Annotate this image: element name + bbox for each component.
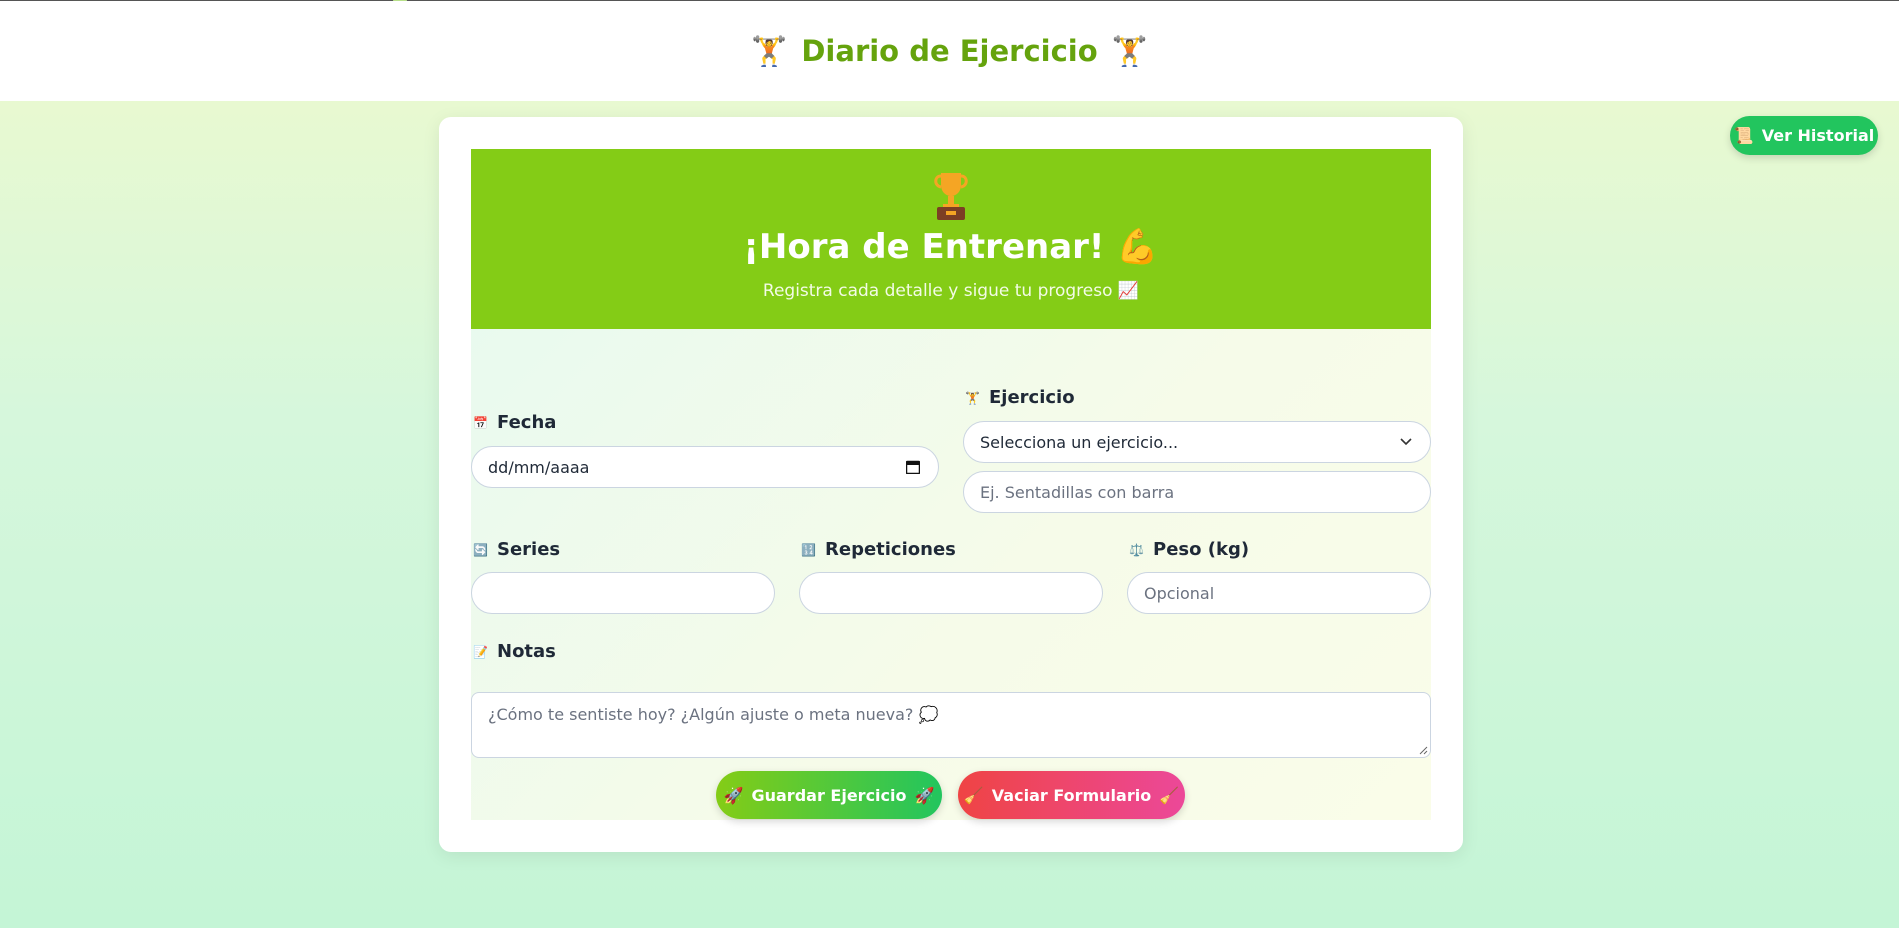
weight-label-text: Peso (kg) <box>1153 539 1250 560</box>
custom-exercise-input[interactable]: Ej. Sentadillas con barra <box>963 471 1431 513</box>
hero-subtitle: Registra cada detalle y sigue tu progres… <box>762 281 1140 301</box>
weightlifter-icon: 🏋️ <box>751 33 788 68</box>
notes-textarea[interactable]: ¿Cómo te sentiste hoy? ¿Algún ajuste o m… <box>471 692 1431 758</box>
hero-banner: ¡Hora de Entrenar! 💪 Registra cada detal… <box>471 149 1431 329</box>
series-label-text: Series <box>497 539 561 560</box>
date-input-value: dd/mm/aaaa <box>488 457 590 477</box>
repeat-icon: 🔄 <box>473 542 488 557</box>
page-title: 🏋️ Diario de Ejercicio 🏋️ <box>751 34 1148 69</box>
calendar-picker-icon[interactable] <box>906 460 920 474</box>
scroll-icon: 📜 <box>1733 126 1754 145</box>
broom-icon: 🧹 <box>963 785 984 805</box>
scale-icon: ⚖️ <box>1129 542 1144 557</box>
workout-form: ¡Hora de Entrenar! 💪 Registra cada detal… <box>471 149 1431 820</box>
page-title-text: Diario de Ejercicio <box>801 34 1098 68</box>
weight-input-placeholder: Opcional <box>1144 583 1215 603</box>
rocket-icon: 🚀 <box>914 785 935 805</box>
memo-icon: 📝 <box>473 644 488 659</box>
date-label: 📅 Fecha <box>471 412 556 433</box>
date-label-text: Fecha <box>497 412 557 433</box>
view-history-label: Ver Historial <box>1761 126 1875 145</box>
workout-card: ¡Hora de Entrenar! 💪 Registra cada detal… <box>439 117 1463 852</box>
numbers-icon: 🔢 <box>801 542 816 557</box>
notes-label: 📝 Notas <box>471 641 556 662</box>
reps-input[interactable] <box>799 572 1103 614</box>
trophy-icon <box>934 173 968 220</box>
hero-title: ¡Hora de Entrenar! 💪 <box>743 227 1159 267</box>
clear-form-button[interactable]: 🧹 Vaciar Formulario 🧹 <box>958 771 1185 819</box>
date-input[interactable]: dd/mm/aaaa <box>471 446 939 488</box>
exercise-label: 🏋️ Ejercicio <box>963 387 1075 408</box>
save-exercise-button[interactable]: 🚀 Guardar Ejercicio 🚀 <box>716 771 942 819</box>
clear-form-label: Vaciar Formulario <box>991 785 1152 805</box>
custom-exercise-placeholder: Ej. Sentadillas con barra <box>980 482 1175 502</box>
notes-placeholder: ¿Cómo te sentiste hoy? ¿Algún ajuste o m… <box>488 705 939 724</box>
exercise-select-value: Selecciona un ejercicio... <box>980 432 1179 452</box>
weight-input[interactable]: Opcional <box>1127 572 1431 614</box>
reps-label: 🔢 Repeticiones <box>799 539 956 560</box>
weightlifter-icon: 🏋️ <box>1111 33 1148 68</box>
app-header: 🏋️ Diario de Ejercicio 🏋️ <box>0 1 1899 101</box>
save-exercise-label: Guardar Ejercicio <box>751 785 907 805</box>
calendar-icon: 📅 <box>473 415 488 430</box>
weight-label: ⚖️ Peso (kg) <box>1127 539 1249 560</box>
reps-label-text: Repeticiones <box>825 539 956 560</box>
exercise-select[interactable]: Selecciona un ejercicio... <box>963 421 1431 463</box>
resize-handle-icon[interactable] <box>1418 745 1428 755</box>
notes-label-text: Notas <box>497 641 556 662</box>
weightlifter-icon: 🏋️ <box>965 390 980 405</box>
chevron-down-icon <box>1400 438 1412 446</box>
exercise-label-text: Ejercicio <box>989 387 1075 408</box>
series-input[interactable] <box>471 572 775 614</box>
broom-icon: 🧹 <box>1159 785 1180 805</box>
series-label: 🔄 Series <box>471 539 560 560</box>
view-history-button[interactable]: 📜 Ver Historial <box>1730 116 1878 155</box>
rocket-icon: 🚀 <box>723 785 744 805</box>
